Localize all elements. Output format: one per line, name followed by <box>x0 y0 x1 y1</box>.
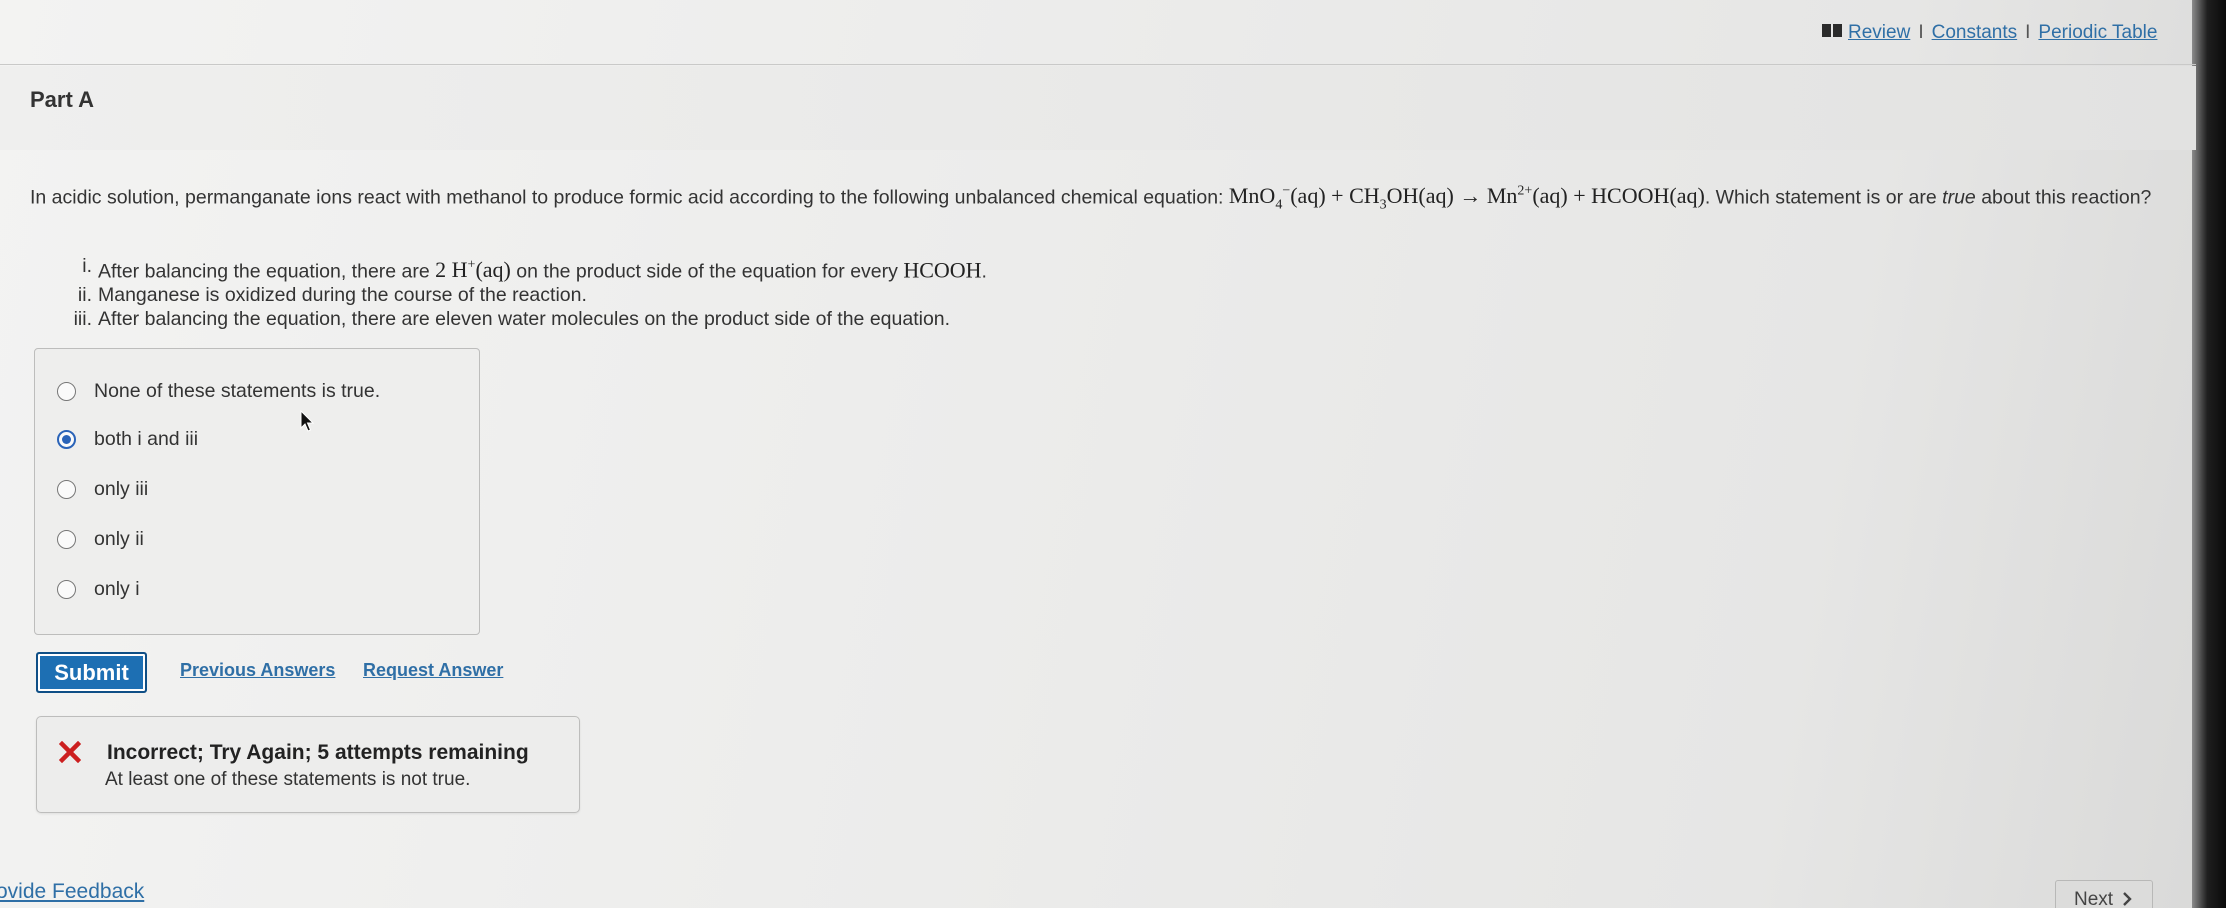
radio-button-selected[interactable] <box>57 429 76 449</box>
question-intro: In acidic solution, permanganate ions re… <box>30 186 1224 209</box>
radio-button[interactable] <box>57 529 76 549</box>
screen-bezel <box>2192 0 2226 908</box>
part-title: Part A <box>30 87 94 112</box>
x-mark-icon <box>59 741 81 763</box>
chevron-right-icon <box>2123 892 2133 906</box>
header-divider <box>0 64 2196 65</box>
option-both-i-iii[interactable]: both i and iii <box>57 425 198 453</box>
feedback-message: At least one of these statements is not … <box>105 769 471 790</box>
part-header-band <box>0 66 2196 150</box>
statement-iii: iii. After balancing the equation, there… <box>73 308 951 331</box>
book-icon <box>1822 24 1842 37</box>
mouse-cursor-icon <box>300 410 315 432</box>
option-only-iii[interactable]: only iii <box>57 475 148 503</box>
link-separator: I <box>1918 22 1924 43</box>
radio-button[interactable] <box>57 479 76 499</box>
statement-ii: ii. Manganese is oxidized during the cou… <box>77 284 587 307</box>
chemical-equation: MnO4−(aq) + CH3OH(aq) → Mn2+(aq) + HCOOH… <box>1228 183 1705 213</box>
review-link[interactable]: Review <box>1848 22 1910 43</box>
emphasis-true: true <box>1942 186 1976 209</box>
radio-button[interactable] <box>57 579 76 599</box>
feedback-title: Incorrect; Try Again; 5 attempts remaini… <box>107 741 529 764</box>
link-separator: I <box>2025 22 2031 43</box>
submit-button[interactable]: Submit <box>36 652 147 693</box>
feedback-box: Incorrect; Try Again; 5 attempts remaini… <box>36 716 580 813</box>
question-text: In acidic solution, permanganate ions re… <box>30 183 2152 213</box>
option-only-ii[interactable]: only ii <box>57 525 144 553</box>
answer-options: None of these statements is true. both i… <box>34 348 480 635</box>
periodic-table-link[interactable]: Periodic Table <box>2038 22 2157 43</box>
provide-feedback-link[interactable]: ovide Feedback <box>0 880 144 904</box>
radio-button[interactable] <box>57 381 76 401</box>
request-answer-link[interactable]: Request Answer <box>363 660 503 681</box>
statement-i: i. After balancing the equation, there a… <box>82 255 987 283</box>
option-none[interactable]: None of these statements is true. <box>57 377 380 405</box>
resource-links: Review I Constants I Periodic Table <box>1822 22 2157 44</box>
statement-list: i. After balancing the equation, there a… <box>60 254 987 331</box>
next-button[interactable]: Next <box>2055 880 2153 908</box>
option-only-i[interactable]: only i <box>57 575 140 603</box>
constants-link[interactable]: Constants <box>1932 22 2018 43</box>
previous-answers-link[interactable]: Previous Answers <box>180 660 335 681</box>
